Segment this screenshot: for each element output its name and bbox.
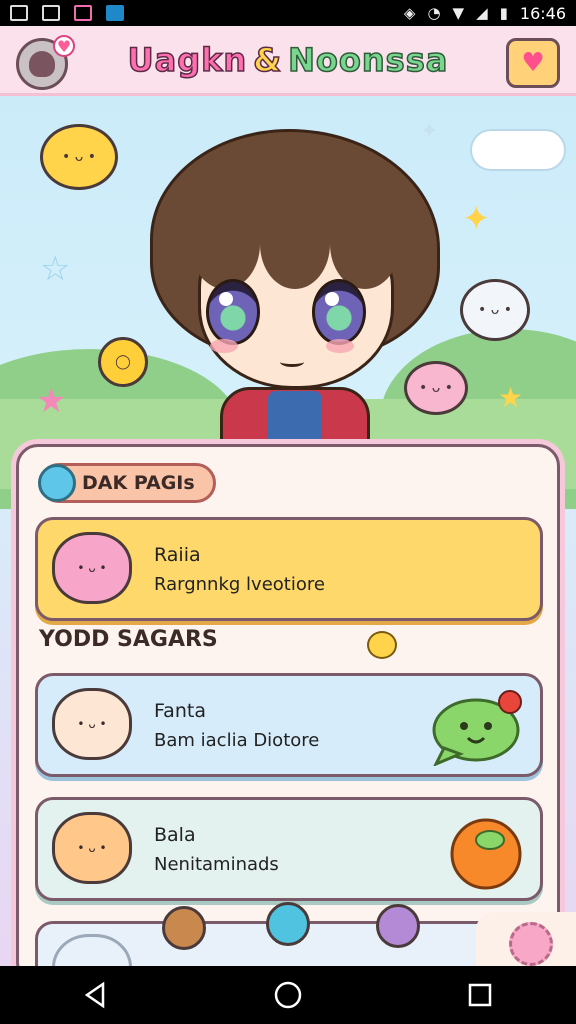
back-icon xyxy=(84,981,105,1009)
featured-card[interactable]: • ᴗ • Raiia Rargnnkg lveotiore xyxy=(35,517,543,621)
top-bar: ♥ Uagkn & Noonssa ♥ xyxy=(0,26,576,96)
signal-icon: ◢ xyxy=(476,4,488,22)
heart-letter-icon: ♥ xyxy=(521,48,545,78)
navigation-bar xyxy=(0,966,576,1024)
chat-bubble-button[interactable] xyxy=(430,690,526,766)
list-item-subtitle: Bam iaclia Diotore xyxy=(154,729,320,751)
photo-icon xyxy=(10,5,28,21)
fruit-button[interactable] xyxy=(446,814,526,890)
wifi-icon: ▼ xyxy=(452,4,465,22)
list-item-text: Bala Nenitaminads xyxy=(154,824,279,875)
main-character xyxy=(150,129,440,477)
love-letter-button[interactable]: ♥ xyxy=(506,38,560,88)
title-part-2: Noonssa xyxy=(287,40,449,80)
home-icon xyxy=(274,981,302,1009)
notification-icons xyxy=(10,5,124,21)
system-icons: ◈ ◔ ▼ ◢ ▮ 16:46 xyxy=(404,4,566,23)
character-eye xyxy=(206,279,260,345)
heart-icon: ♥ xyxy=(53,35,75,57)
bear-character[interactable] xyxy=(162,906,206,950)
fluffy-pet-button[interactable] xyxy=(476,912,576,966)
recents-icon xyxy=(468,983,492,1007)
blue-hair-character[interactable] xyxy=(266,902,310,946)
list-item-card[interactable]: • ᴗ • Fanta Bam iaclia Diotore xyxy=(35,673,543,777)
chat-bubble-icon xyxy=(432,690,522,766)
orange-hair-avatar: • ᴗ • xyxy=(52,812,132,884)
recents-button[interactable] xyxy=(450,975,510,1015)
character-mouth xyxy=(280,357,304,367)
star-icon: ★ xyxy=(498,381,524,414)
featured-card-text: Raiia Rargnnkg lveotiore xyxy=(154,544,325,595)
clock: 16:46 xyxy=(519,3,566,23)
list-item-subtitle: Nenitaminads xyxy=(154,853,279,875)
hero-illustration: • ᴗ • ☆ ◯ ★ ✦ ✦ • ᴗ • • ᴗ • ★ xyxy=(0,99,576,509)
chick-icon xyxy=(367,631,397,659)
featured-card-name: Raiia xyxy=(154,543,201,566)
section-title: YODD SAGARS xyxy=(39,627,218,652)
blob-icon xyxy=(38,464,76,502)
avatar xyxy=(29,51,55,77)
star-icon: ★ xyxy=(36,381,67,421)
nurse-avatar: • ᴗ • xyxy=(52,688,132,760)
hair-bang xyxy=(190,199,260,289)
section-tag[interactable]: DAK PAGIs xyxy=(38,463,216,503)
key-charm: ◯ xyxy=(98,337,148,387)
list-item-name: Fanta xyxy=(154,699,206,722)
cloud xyxy=(470,129,566,171)
app-screen: ♥ Uagkn & Noonssa ♥ • ᴗ • ☆ ◯ ★ ✦ ✦ • ᴗ … xyxy=(0,26,576,966)
alarm-icon: ◔ xyxy=(427,4,441,22)
title-part-1: Uagkn xyxy=(127,40,248,80)
pink-hair-avatar: • ᴗ • xyxy=(52,532,132,604)
list-item-name: Bala xyxy=(154,823,196,846)
character-blush xyxy=(210,339,238,353)
star-icon: ☆ xyxy=(40,249,71,289)
hair-bang xyxy=(330,199,400,289)
battery-icon: ▮ xyxy=(499,4,508,22)
hair-bang xyxy=(260,199,330,289)
fluffy-pet-icon xyxy=(509,922,553,966)
list-item-text: Fanta Bam iaclia Diotore xyxy=(154,700,319,751)
chick-critter: • ᴗ • xyxy=(40,124,118,190)
section-tag-label: DAK PAGIs xyxy=(82,472,195,494)
ghost-critter: • ᴗ • xyxy=(460,279,530,341)
title-ampersand: & xyxy=(252,40,283,80)
featured-card-subtitle: Rargnnkg lveotiore xyxy=(154,573,325,595)
vibrate-icon: ◈ xyxy=(403,4,416,22)
orange-fruit-icon xyxy=(450,818,522,890)
profile-avatar-button[interactable]: ♥ xyxy=(16,35,75,90)
character-blush xyxy=(326,339,354,353)
keyboard-icon xyxy=(106,5,124,21)
sparkle-icon: ✦ xyxy=(462,199,491,239)
gallery-icon xyxy=(42,5,60,21)
app-title: Uagkn & Noonssa xyxy=(127,40,449,80)
content-panel: DAK PAGIs • ᴗ • Raiia Rargnnkg lveotiore… xyxy=(16,444,560,966)
purple-bear-character[interactable] xyxy=(376,904,420,948)
character-eye xyxy=(312,279,366,345)
status-bar: ◈ ◔ ▼ ◢ ▮ 16:46 xyxy=(0,0,576,26)
back-button[interactable] xyxy=(66,975,126,1015)
list-item-card[interactable]: • ᴗ • Bala Nenitaminads xyxy=(35,797,543,901)
app-icon xyxy=(74,5,92,21)
home-button[interactable] xyxy=(258,975,318,1015)
